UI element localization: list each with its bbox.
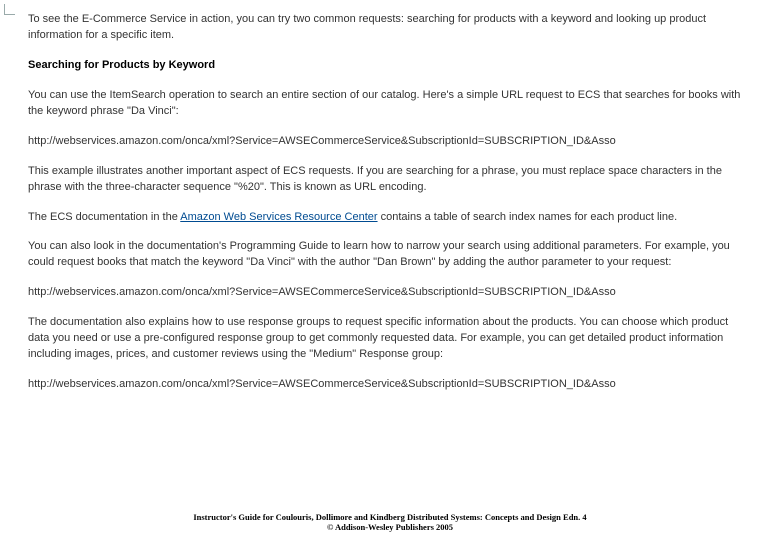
paragraph-1: You can use the ItemSearch operation to …: [28, 88, 752, 120]
paragraph-5: The documentation also explains how to u…: [28, 315, 752, 363]
paragraph-4: You can also look in the documentation's…: [28, 239, 752, 271]
footer-line-1: Instructor's Guide for Coulouris, Dollim…: [0, 512, 780, 522]
intro-paragraph: To see the E-Commerce Service in action,…: [28, 12, 752, 44]
document-body: To see the E-Commerce Service in action,…: [0, 0, 780, 393]
page-footer: Instructor's Guide for Coulouris, Dollim…: [0, 512, 780, 532]
corner-mark: [4, 4, 15, 15]
aws-resource-center-link[interactable]: Amazon Web Services Resource Center: [180, 211, 377, 223]
paragraph-3-pre: The ECS documentation in the: [28, 211, 180, 223]
footer-line-2: © Addison-Wesley Publishers 2005: [0, 522, 780, 532]
example-url-2: http://webservices.amazon.com/onca/xml?S…: [28, 285, 752, 301]
example-url-1: http://webservices.amazon.com/onca/xml?S…: [28, 134, 752, 150]
paragraph-3: The ECS documentation in the Amazon Web …: [28, 210, 752, 226]
paragraph-3-post: contains a table of search index names f…: [378, 211, 678, 223]
paragraph-2: This example illustrates another importa…: [28, 164, 752, 196]
section-heading: Searching for Products by Keyword: [28, 58, 752, 74]
example-url-3: http://webservices.amazon.com/onca/xml?S…: [28, 377, 752, 393]
